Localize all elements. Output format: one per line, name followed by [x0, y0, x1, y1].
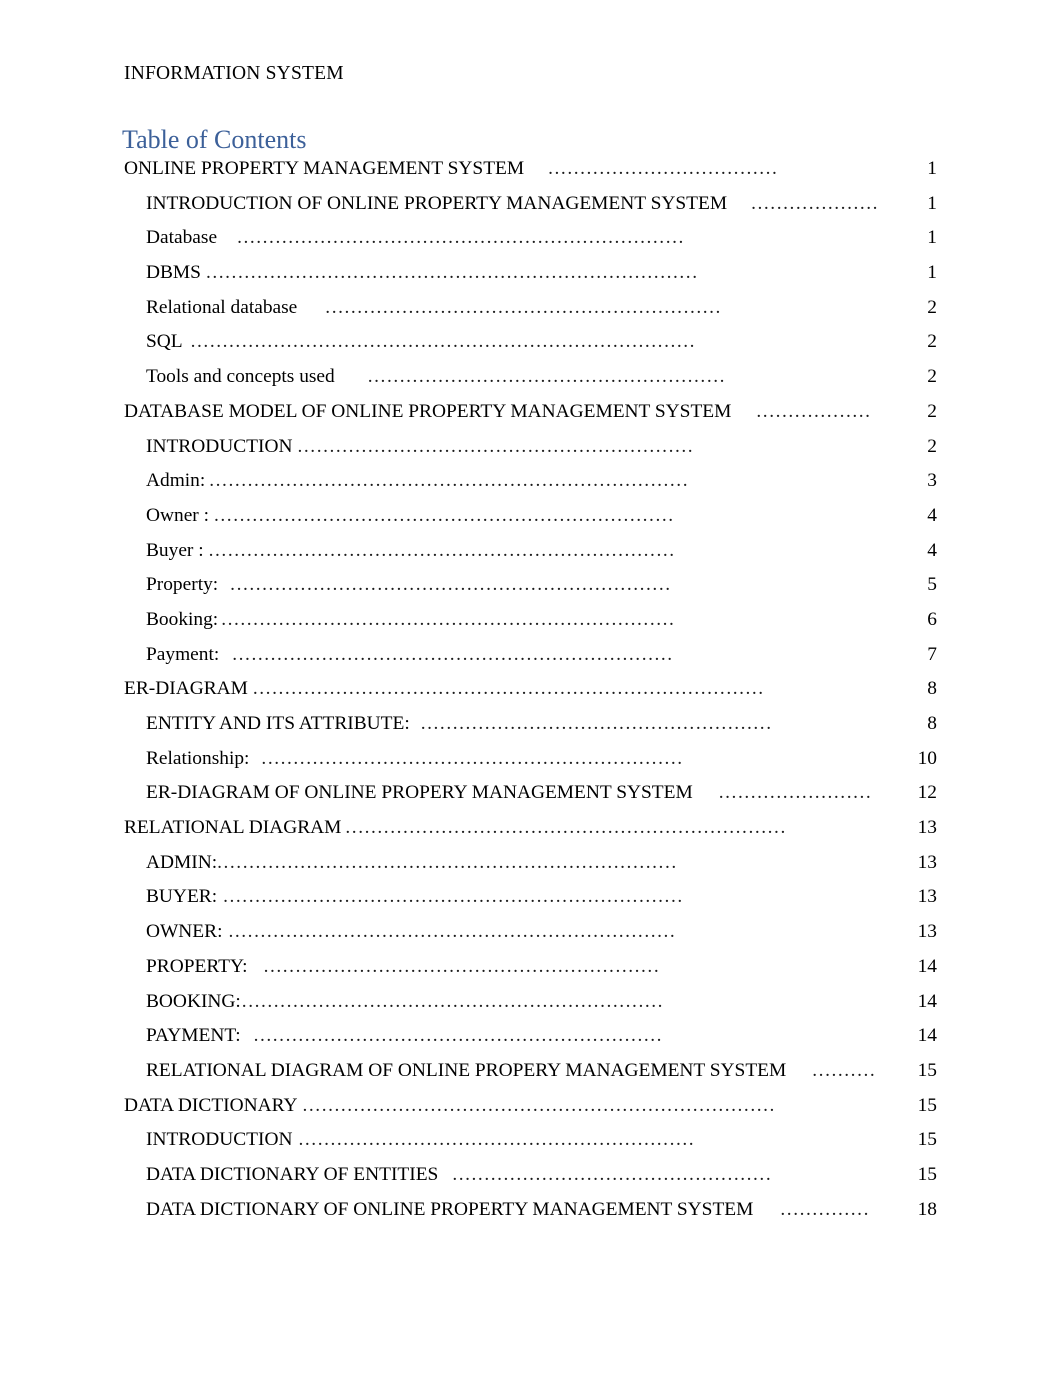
toc-entry[interactable]: RELATIONAL DIAGRAM......................… [0, 817, 1062, 852]
toc-page-number: 13 [917, 851, 937, 873]
toc-page-number: 1 [927, 158, 937, 179]
toc-entry[interactable]: INTRODUCTION OF ONLINE PROPERTY MANAGEME… [0, 193, 1062, 228]
toc-page-number: 6 [927, 608, 937, 630]
toc-entry[interactable]: Database................................… [0, 227, 1062, 262]
toc-page-number: 14 [917, 990, 937, 1012]
table-of-contents-list: ONLINE PROPERTY MANAGEMENT SYSTEM.......… [0, 158, 1062, 1233]
toc-entry[interactable]: Admin:..................................… [0, 470, 1062, 505]
running-header: INFORMATION SYSTEM [124, 63, 344, 84]
toc-entry[interactable]: DATABASE MODEL OF ONLINE PROPERTY MANAGE… [0, 401, 1062, 436]
toc-entry[interactable]: ONLINE PROPERTY MANAGEMENT SYSTEM.......… [0, 158, 1062, 193]
toc-entry[interactable]: ER-DIAGRAM OF ONLINE PROPERY MANAGEMENT … [0, 782, 1062, 817]
toc-entry[interactable]: Relationship:...........................… [0, 748, 1062, 783]
toc-page-number: 18 [917, 1198, 937, 1220]
toc-entry[interactable]: DATA DICTIONARY.........................… [0, 1095, 1062, 1130]
toc-page-number: 8 [927, 713, 937, 734]
toc-entry[interactable]: BUYER:..................................… [0, 886, 1062, 921]
toc-entry[interactable]: DATA DICTIONARY OF ONLINE PROPERTY MANAG… [0, 1199, 1062, 1234]
toc-entry[interactable]: Owner :.................................… [0, 505, 1062, 540]
toc-entry[interactable]: OWNER:..................................… [0, 921, 1062, 956]
toc-entry[interactable]: Tools and concepts used.................… [0, 366, 1062, 401]
toc-page-number: 13 [917, 886, 937, 908]
toc-entry[interactable]: Booking:................................… [0, 609, 1062, 644]
toc-entry[interactable]: ER-DIAGRAM..............................… [0, 678, 1062, 713]
toc-entry[interactable]: DBMS....................................… [0, 262, 1062, 297]
toc-entry[interactable]: PAYMENT:................................… [0, 1025, 1062, 1060]
toc-entry[interactable]: Buyer :.................................… [0, 540, 1062, 575]
toc-entry[interactable]: Relational database.....................… [0, 297, 1062, 332]
toc-page-number: 14 [917, 955, 937, 977]
toc-page-number: 5 [927, 574, 937, 596]
toc-page-number: 12 [917, 782, 937, 804]
toc-entry[interactable]: ENTITY AND ITS ATTRIBUTE:...............… [0, 713, 1062, 748]
toc-page-number: 13 [917, 921, 937, 943]
toc-page-number: 14 [917, 1025, 937, 1047]
toc-entry[interactable]: Property:...............................… [0, 574, 1062, 609]
toc-entry[interactable]: ADMIN:..................................… [0, 852, 1062, 887]
toc-page-number: 10 [917, 747, 937, 769]
toc-page-number: 1 [927, 262, 937, 284]
toc-page-number: 2 [927, 435, 937, 457]
toc-page-number: 2 [927, 331, 937, 353]
toc-entry[interactable]: DATA DICTIONARY OF ENTITIES.............… [0, 1164, 1062, 1199]
document-page: INFORMATION SYSTEM Table of Contents ONL… [0, 0, 1062, 1377]
toc-page-number: 4 [927, 539, 937, 561]
toc-page-number: 15 [917, 1129, 937, 1151]
toc-page-number: 15 [917, 1163, 937, 1185]
toc-page-number: 2 [927, 366, 937, 388]
toc-page-number: 15 [917, 1094, 937, 1116]
toc-page-number: 1 [927, 192, 937, 214]
toc-page-number: 7 [927, 643, 937, 665]
toc-page-number: 1 [927, 227, 937, 249]
table-of-contents-heading: Table of Contents [122, 125, 307, 154]
toc-entry[interactable]: Payment:................................… [0, 644, 1062, 679]
toc-entry[interactable]: PROPERTY:...............................… [0, 956, 1062, 991]
toc-page-number: 13 [917, 817, 937, 839]
toc-page-number: 2 [927, 400, 937, 422]
toc-page-number: 3 [927, 470, 937, 492]
toc-page-number: 2 [927, 296, 937, 318]
toc-entry[interactable]: INTRODUCTION............................… [0, 1129, 1062, 1164]
toc-entry[interactable]: INTRODUCTION............................… [0, 436, 1062, 471]
toc-page-number: 4 [927, 504, 937, 526]
toc-entry[interactable]: RELATIONAL DIAGRAM OF ONLINE PROPERY MAN… [0, 1060, 1062, 1095]
toc-entry[interactable]: BOOKING:................................… [0, 991, 1062, 1026]
toc-entry[interactable]: SQL.....................................… [0, 331, 1062, 366]
toc-page-number: 8 [927, 678, 937, 700]
toc-page-number: 15 [917, 1059, 937, 1081]
